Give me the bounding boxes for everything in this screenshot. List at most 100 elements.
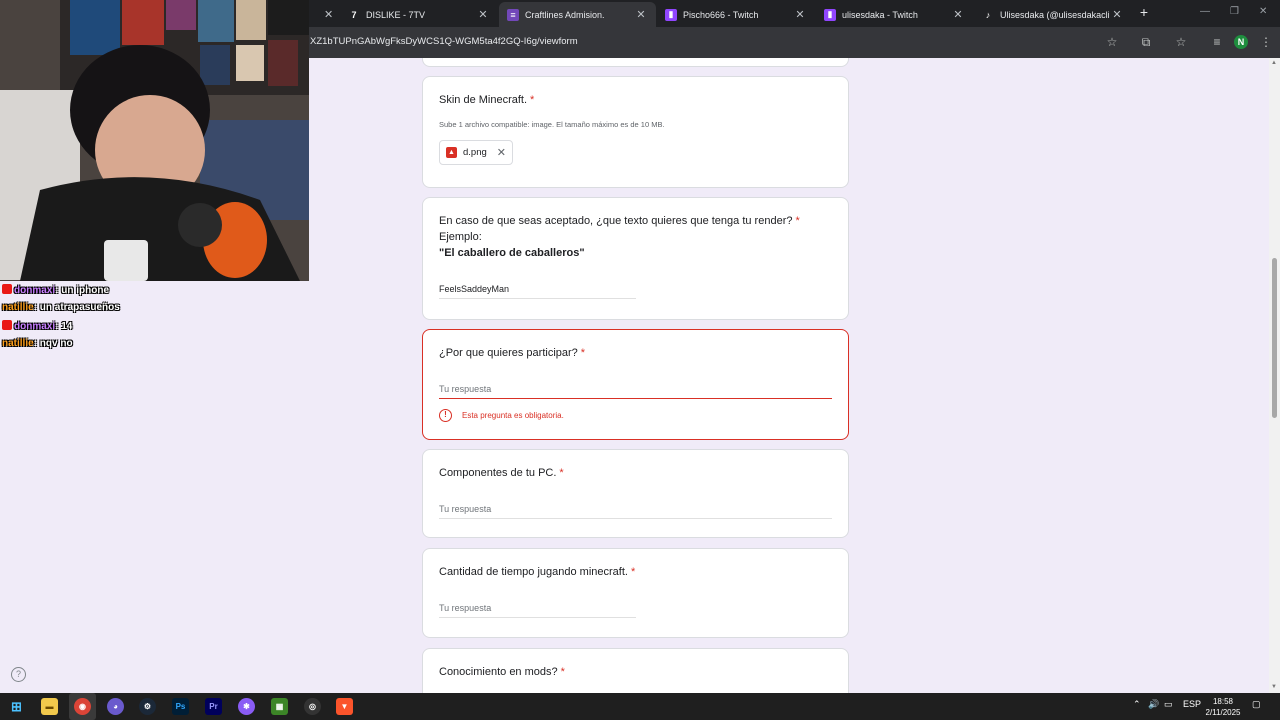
required-mark: * xyxy=(580,347,586,359)
question-title-text: Cantidad de tiempo jugando minecraft. xyxy=(439,566,628,578)
premiere-icon[interactable]: Pr xyxy=(205,698,222,715)
twitch-icon: ▮ xyxy=(665,8,677,21)
webcam-image xyxy=(0,0,309,281)
uploaded-file-chip[interactable]: ▲ d.png ✕ xyxy=(439,140,513,165)
question-title: En caso de que seas aceptado, ¿que texto… xyxy=(439,215,800,227)
example-label: Ejemplo: xyxy=(439,231,482,243)
tab-twitch-pischo[interactable]: ▮ Pischo666 - Twitch ✕ xyxy=(657,2,815,27)
required-mark: * xyxy=(630,566,636,578)
scrollbar-thumb[interactable] xyxy=(1272,258,1277,418)
media-control-icon[interactable]: ≡ xyxy=(1209,34,1225,50)
chat-text: nqv no xyxy=(39,338,73,349)
extensions-icon[interactable]: ⧉ xyxy=(1138,34,1154,50)
error-message: ! Esta pregunta es obligatoria. xyxy=(439,409,564,422)
favorites-icon[interactable]: ☆ xyxy=(1173,34,1189,50)
new-tab-button[interactable]: + xyxy=(1136,4,1152,20)
twitch-icon: ▮ xyxy=(824,8,836,21)
question-title-text: Skin de Minecraft. xyxy=(439,94,528,106)
question-card-skin: Skin de Minecraft. * Sube 1 archivo compa… xyxy=(422,76,849,188)
scroll-up-arrow-icon[interactable]: ▲ xyxy=(1271,60,1277,66)
chrome-icon[interactable]: ◉ xyxy=(74,698,91,715)
chat-text: 14 xyxy=(61,321,73,332)
chat-user: donmaxi xyxy=(14,285,56,296)
required-mark: * xyxy=(560,666,565,678)
language-indicator[interactable]: ESP xyxy=(1183,699,1201,709)
tab-close-partial[interactable]: ✕ xyxy=(316,2,338,27)
question-card-why: ¿Por que quieres participar? * Tu respues… xyxy=(422,329,849,440)
remove-file-icon[interactable]: ✕ xyxy=(497,146,506,159)
stream-chat: donmaxi: un iphone natillie: un atrapasu… xyxy=(2,284,120,356)
close-icon[interactable]: ✕ xyxy=(951,8,965,21)
previous-question-card xyxy=(422,58,849,67)
tab-label: Craftlines Admision. xyxy=(525,9,605,20)
tab-craftlines[interactable]: ≡ Craftlines Admision. ✕ xyxy=(499,2,656,27)
file-explorer-icon[interactable]: ▬ xyxy=(41,698,58,715)
image-file-icon: ▲ xyxy=(446,147,457,158)
help-icon[interactable]: ? xyxy=(11,667,26,682)
render-text-input[interactable]: FeelsSaddeyMan xyxy=(439,284,636,299)
close-icon[interactable]: ✕ xyxy=(1110,8,1124,21)
webcam-overlay xyxy=(0,0,309,281)
forms-icon: ≡ xyxy=(507,8,519,21)
windows-start-icon[interactable]: ⊞ xyxy=(8,698,25,715)
tab-label: Pischo666 - Twitch xyxy=(683,9,759,20)
chat-user: natillie xyxy=(2,302,34,313)
pc-components-input[interactable]: Tu respuesta xyxy=(439,504,832,519)
tab-label: ulisesdaka - Twitch xyxy=(842,9,918,20)
required-mark: * xyxy=(795,215,800,227)
menu-icon[interactable]: ⋮ xyxy=(1258,34,1274,50)
why-participate-input[interactable]: Tu respuesta xyxy=(439,384,832,399)
bookmark-star-icon[interactable]: ☆ xyxy=(1104,34,1120,50)
tray-chevron-icon[interactable]: ⌃ xyxy=(1133,699,1141,710)
tab-twitch-ulises[interactable]: ▮ ulisesdaka - Twitch ✕ xyxy=(816,2,973,27)
close-icon[interactable]: ✕ xyxy=(324,8,333,21)
chat-message: natillie: un atrapasueños xyxy=(2,302,120,313)
scroll-down-arrow-icon[interactable]: ▼ xyxy=(1271,684,1277,690)
question-card-render-text: En caso de que seas aceptado, ¿que texto… xyxy=(422,197,849,320)
subscriber-badge-icon xyxy=(2,320,12,330)
tiktok-icon: ♪ xyxy=(985,9,991,20)
page-scrollbar[interactable]: ▲ ▼ xyxy=(1269,58,1280,693)
example-value: "El caballero de caballeros" xyxy=(439,247,585,259)
question-card-playtime: Cantidad de tiempo jugando minecraft. * T… xyxy=(422,548,849,638)
question-title: Conocimiento en mods? * xyxy=(439,666,565,678)
required-mark: * xyxy=(559,467,564,479)
playtime-input[interactable]: Tu respuesta xyxy=(439,603,636,618)
question-title-text: Componentes de tu PC. xyxy=(439,467,557,479)
minimize-icon[interactable]: — xyxy=(1200,6,1210,17)
upload-hint: Sube 1 archivo compatible: image. El tam… xyxy=(439,120,665,129)
7tv-icon: 7 xyxy=(351,9,357,20)
taskbar: ⊞ ▬ ◉ ◕ ⚙ Ps Pr ✱ ▦ ◎ ▼ ⌃ 🔊 ▭ ESP 18:58 … xyxy=(0,693,1280,720)
tab-tiktok[interactable]: ♪ Ulisesdaka (@ulisesdakaclips) | ✕ xyxy=(974,2,1132,27)
close-icon[interactable]: ✕ xyxy=(634,8,648,21)
notifications-icon[interactable]: ▢ xyxy=(1252,699,1261,710)
minecraft-icon[interactable]: ▦ xyxy=(271,698,288,715)
chat-text: un atrapasueños xyxy=(39,302,120,313)
file-name: d.png xyxy=(463,147,487,158)
question-title: ¿Por que quieres participar? * xyxy=(439,347,585,359)
photoshop-icon[interactable]: Ps xyxy=(172,698,189,715)
question-title: Cantidad de tiempo jugando minecraft. * xyxy=(439,566,635,578)
podcast-app-icon[interactable]: ✱ xyxy=(238,698,255,715)
network-icon[interactable]: ▭ xyxy=(1164,699,1173,710)
close-icon[interactable]: ✕ xyxy=(476,8,490,21)
chat-message: natillie: nqv no xyxy=(2,338,73,349)
question-card-mods: Conocimiento en mods? * xyxy=(422,648,849,693)
close-icon[interactable]: ✕ xyxy=(793,8,807,21)
brave-icon[interactable]: ▼ xyxy=(336,698,353,715)
discord-icon[interactable]: ◕ xyxy=(107,698,124,715)
clock-time: 18:58 xyxy=(1212,697,1234,706)
profile-avatar[interactable]: N xyxy=(1234,35,1248,49)
maximize-icon[interactable]: ❐ xyxy=(1230,6,1239,17)
system-clock[interactable]: 18:58 2/11/2025 xyxy=(1200,696,1246,718)
tab-7tv[interactable]: 7 DISLIKE - 7TV ✕ xyxy=(340,2,498,27)
url-field[interactable]: XZ1bTUPnGAbWgFksDyWCS1Q-WGM5ta4f2GQ-I6g/… xyxy=(310,36,578,47)
question-title-text: ¿Por que quieres participar? xyxy=(439,347,578,359)
question-card-pc: Componentes de tu PC. * Tu respuesta xyxy=(422,449,849,538)
obs-icon[interactable]: ◎ xyxy=(304,698,321,715)
steam-icon[interactable]: ⚙ xyxy=(139,698,156,715)
question-title: Componentes de tu PC. * xyxy=(439,467,564,479)
window-close-icon[interactable]: ✕ xyxy=(1259,6,1267,17)
volume-icon[interactable]: 🔊 xyxy=(1148,699,1159,710)
chat-user: donmaxi xyxy=(14,321,56,332)
